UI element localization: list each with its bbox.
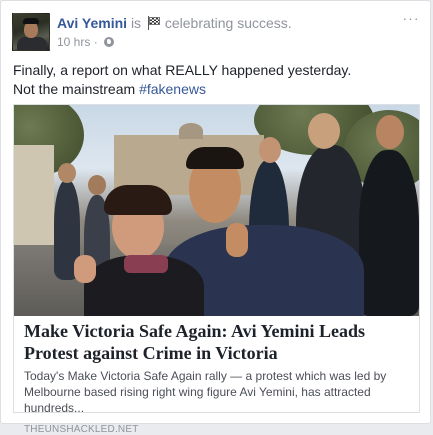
post-text: Finally, a report on what REALLY happene… [13,61,418,99]
link-preview-card[interactable]: Make Victoria Safe Again: Avi Yemini Lea… [13,104,420,435]
globe-icon[interactable] [104,37,115,47]
post-text-line-1: Finally, a report on what REALLY happene… [13,62,352,78]
avatar[interactable] [12,13,50,51]
post-header: Avi Yemini is celebrating success. 10 hr… [12,11,420,53]
post-text-line-2: Not the mainstream #fakenews [13,80,418,99]
more-options-icon[interactable]: ··· [402,11,420,25]
timestamp[interactable]: 10 hrs [57,35,90,49]
feed-post: Avi Yemini is celebrating success. 10 hr… [0,0,431,435]
post-text-line-2-text: Not the mainstream [13,81,140,97]
link-title[interactable]: Make Victoria Safe Again: Avi Yemini Lea… [24,320,409,364]
activity-text: celebrating success. [164,15,292,31]
checkered-flag-icon [147,16,161,30]
link-preview-image[interactable] [14,105,419,316]
link-preview-info[interactable]: Make Victoria Safe Again: Avi Yemini Lea… [24,320,409,435]
link-description: Today's Make Victoria Safe Again rally —… [24,369,387,415]
connector-text: is [130,15,142,31]
post-meta: 10 hrs · [57,34,115,50]
post-header-line: Avi Yemini is celebrating success. [57,14,292,32]
separator: · [93,35,98,49]
author-name[interactable]: Avi Yemini [57,15,127,31]
hashtag-link[interactable]: #fakenews [139,81,206,97]
